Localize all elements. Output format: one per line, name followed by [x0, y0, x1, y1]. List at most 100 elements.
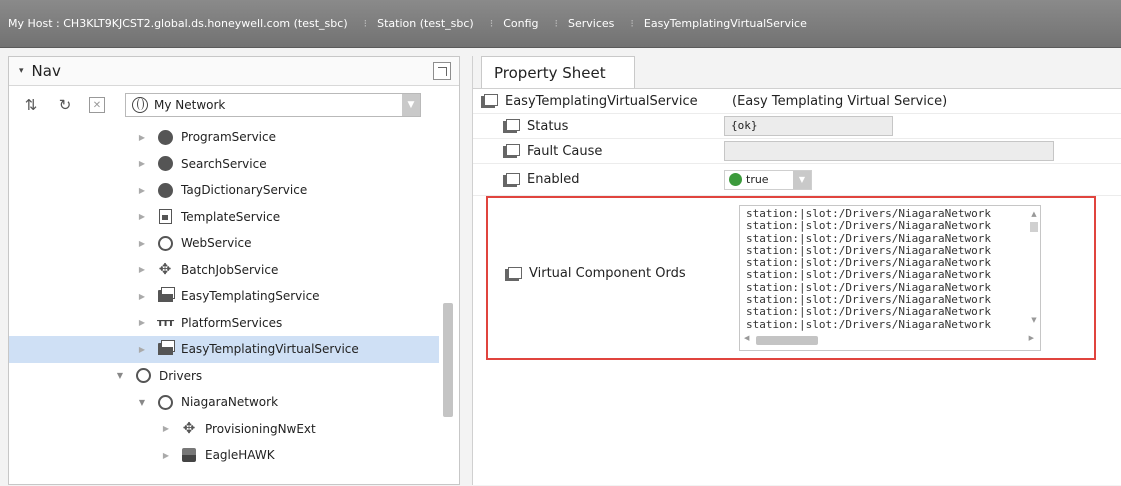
tree-item-provisioningnwext[interactable]: ▶ ✥ ProvisioningNwExt [9, 416, 439, 443]
eagle-icon [181, 447, 197, 463]
chevron-down-icon[interactable]: ▼ [402, 94, 420, 116]
breadcrumb-services-label: Services [567, 17, 615, 30]
virtual-component-ords-highlight: Virtual Component Ords station:|slot:/Dr… [486, 196, 1096, 360]
ord-line: station:|slot:/Drivers/NiagaraNetwork [746, 305, 992, 319]
tab-bar: Property Sheet [473, 56, 1121, 89]
nav-title: Nav [31, 62, 61, 80]
scroll-right-icon[interactable]: ▶ [1029, 334, 1034, 342]
ords-vertical-thumb[interactable] [1030, 222, 1038, 232]
slot-icon [503, 144, 520, 158]
status-dot-icon [729, 173, 742, 186]
tree-item-templateservice[interactable]: ▶ TemplateService [9, 204, 439, 231]
expand-arrow-icon[interactable]: ▶ [137, 318, 147, 327]
virtual-component-ords-name: Virtual Component Ords [505, 266, 686, 281]
nav-scrollbar[interactable] [443, 127, 453, 483]
status-row: Status {ok} [473, 114, 1121, 139]
breadcrumb-services[interactable]: ⁝ Services [546, 0, 622, 48]
expand-arrow-icon[interactable]: ▶ [137, 186, 147, 195]
breadcrumb: My Host : CH3KLT9KJCST2.global.ds.honeyw… [0, 0, 1121, 48]
sort-icon[interactable]: ⇅ [21, 95, 41, 115]
tree-item-platformservices[interactable]: ▶ ᴛᴛᴛ PlatformServices [9, 310, 439, 337]
tree-item-label: Drivers [159, 368, 203, 383]
tree-item-drivers[interactable]: ▼ Drivers [9, 363, 439, 390]
breadcrumb-host-label: My Host : CH3KLT9KJCST2.global.ds.honeyw… [8, 17, 348, 30]
scroll-left-icon[interactable]: ◀ [744, 334, 749, 342]
tree-item-label: BatchJobService [181, 262, 279, 277]
expand-arrow-icon[interactable]: ▶ [161, 451, 171, 460]
ord-line: station:|slot:/Drivers/NiagaraNetwork [746, 268, 992, 282]
tree-item-label: WebService [181, 236, 252, 251]
component-row[interactable]: EasyTemplatingVirtualService (Easy Templ… [473, 89, 1121, 114]
virtual-component-ords-textarea[interactable]: station:|slot:/Drivers/NiagaraNetwork st… [739, 205, 1041, 351]
expand-arrow-icon[interactable]: ▶ [137, 345, 147, 354]
collapse-arrow-icon[interactable]: ▼ [115, 371, 125, 380]
search-icon [157, 156, 173, 172]
tree-item-label: SearchService [181, 156, 267, 171]
enabled-label: Enabled [527, 172, 580, 187]
tree-item-easytemplatingservice[interactable]: ▶ EasyTemplatingService [9, 283, 439, 310]
separator-icon: ⁝ [363, 17, 368, 30]
breadcrumb-station[interactable]: ⁝ Station (test_sbc) [356, 0, 482, 48]
diamond-icon: ✥ [182, 419, 196, 438]
close-icon[interactable]: ✕ [89, 97, 105, 113]
collapse-caret-icon[interactable]: ▾ [19, 66, 24, 76]
rail-icon: ᴛᴛᴛ [156, 316, 174, 330]
maximize-icon[interactable] [433, 62, 451, 80]
ord-line: station:|slot:/Drivers/NiagaraNetwork [746, 219, 992, 233]
expand-arrow-icon[interactable]: ▶ [137, 133, 147, 142]
tab-property-sheet[interactable]: Property Sheet [481, 56, 635, 89]
ords-horizontal-thumb[interactable] [756, 336, 818, 345]
collapse-arrow-icon[interactable]: ▼ [137, 398, 147, 407]
enabled-name: Enabled [473, 172, 724, 187]
tree-item-searchservice[interactable]: ▶ SearchService [9, 151, 439, 178]
component-name: EasyTemplatingVirtualService [505, 93, 698, 109]
scroll-up-icon[interactable]: ▲ [1030, 210, 1038, 218]
scroll-down-icon[interactable]: ▼ [1030, 316, 1038, 324]
status-label: Status [527, 118, 569, 134]
virtual-component-ords-label: Virtual Component Ords [529, 266, 686, 281]
tree-item-programservice[interactable]: ▶ ProgramService [9, 124, 439, 151]
nav-scrollbar-thumb[interactable] [443, 303, 453, 417]
network-select[interactable]: My Network ▼ [125, 93, 421, 117]
tab-label: Property Sheet [494, 64, 606, 82]
separator-icon: ⁝ [489, 17, 494, 30]
breadcrumb-station-label: Station (test_sbc) [377, 17, 474, 30]
tree-item-easytemplatingvirtualservice[interactable]: ▶ EasyTemplatingVirtualService [9, 336, 439, 363]
enabled-select[interactable]: true ▼ [724, 169, 812, 190]
ords-horizontal-scrollbar[interactable]: ◀ ▶ [744, 334, 1034, 346]
tree-item-label: ProvisioningNwExt [205, 421, 316, 436]
expand-arrow-icon[interactable]: ▶ [161, 424, 171, 433]
chevron-down-icon[interactable]: ▼ [793, 170, 811, 189]
tree-item-webservice[interactable]: ▶ WebService [9, 230, 439, 257]
fault-cause-name: Fault Cause [473, 144, 724, 159]
globe-icon [132, 97, 148, 113]
tag-icon [157, 182, 173, 198]
expand-arrow-icon[interactable]: ▶ [137, 265, 147, 274]
refresh-icon[interactable]: ↻ [55, 95, 75, 115]
component-icon [481, 94, 498, 108]
fault-cause-label: Fault Cause [527, 143, 603, 159]
expand-arrow-icon[interactable]: ▶ [137, 292, 147, 301]
status-value: {ok} [724, 116, 893, 136]
ord-line: station:|slot:/Drivers/NiagaraNetwork [746, 317, 992, 331]
breadcrumb-current[interactable]: ⁝ EasyTemplatingVirtualService [622, 0, 814, 48]
tree-item-label: NiagaraNetwork [181, 395, 279, 410]
separator-icon: ⁝ [630, 17, 634, 30]
breadcrumb-config-label: Config [503, 17, 539, 30]
tree-item-eaglehawk[interactable]: ▶ EagleHAWK [9, 442, 439, 469]
ords-vertical-scrollbar[interactable]: ▲ ▼ [1030, 210, 1038, 334]
tree-item-niagaranetwork[interactable]: ▼ NiagaraNetwork [9, 389, 439, 416]
breadcrumb-current-label: EasyTemplatingVirtualService [643, 17, 807, 30]
slot-icon [503, 172, 520, 187]
expand-arrow-icon[interactable]: ▶ [137, 159, 147, 168]
folder-icon [157, 287, 175, 304]
tree-item-batchjobservice[interactable]: ▶ ✥ BatchJobService [9, 257, 439, 284]
breadcrumb-config[interactable]: ⁝ Config [482, 0, 547, 48]
program-icon [157, 129, 173, 145]
tree-item-tagdictionaryservice[interactable]: ▶ TagDictionaryService [9, 177, 439, 204]
nav-tree: ▶ ProgramService ▶ SearchService ▶ TagDi… [9, 124, 439, 486]
expand-arrow-icon[interactable]: ▶ [137, 239, 147, 248]
expand-arrow-icon[interactable]: ▶ [137, 212, 147, 221]
breadcrumb-host[interactable]: My Host : CH3KLT9KJCST2.global.ds.honeyw… [0, 0, 356, 48]
tree-item-label: PlatformServices [181, 315, 283, 330]
